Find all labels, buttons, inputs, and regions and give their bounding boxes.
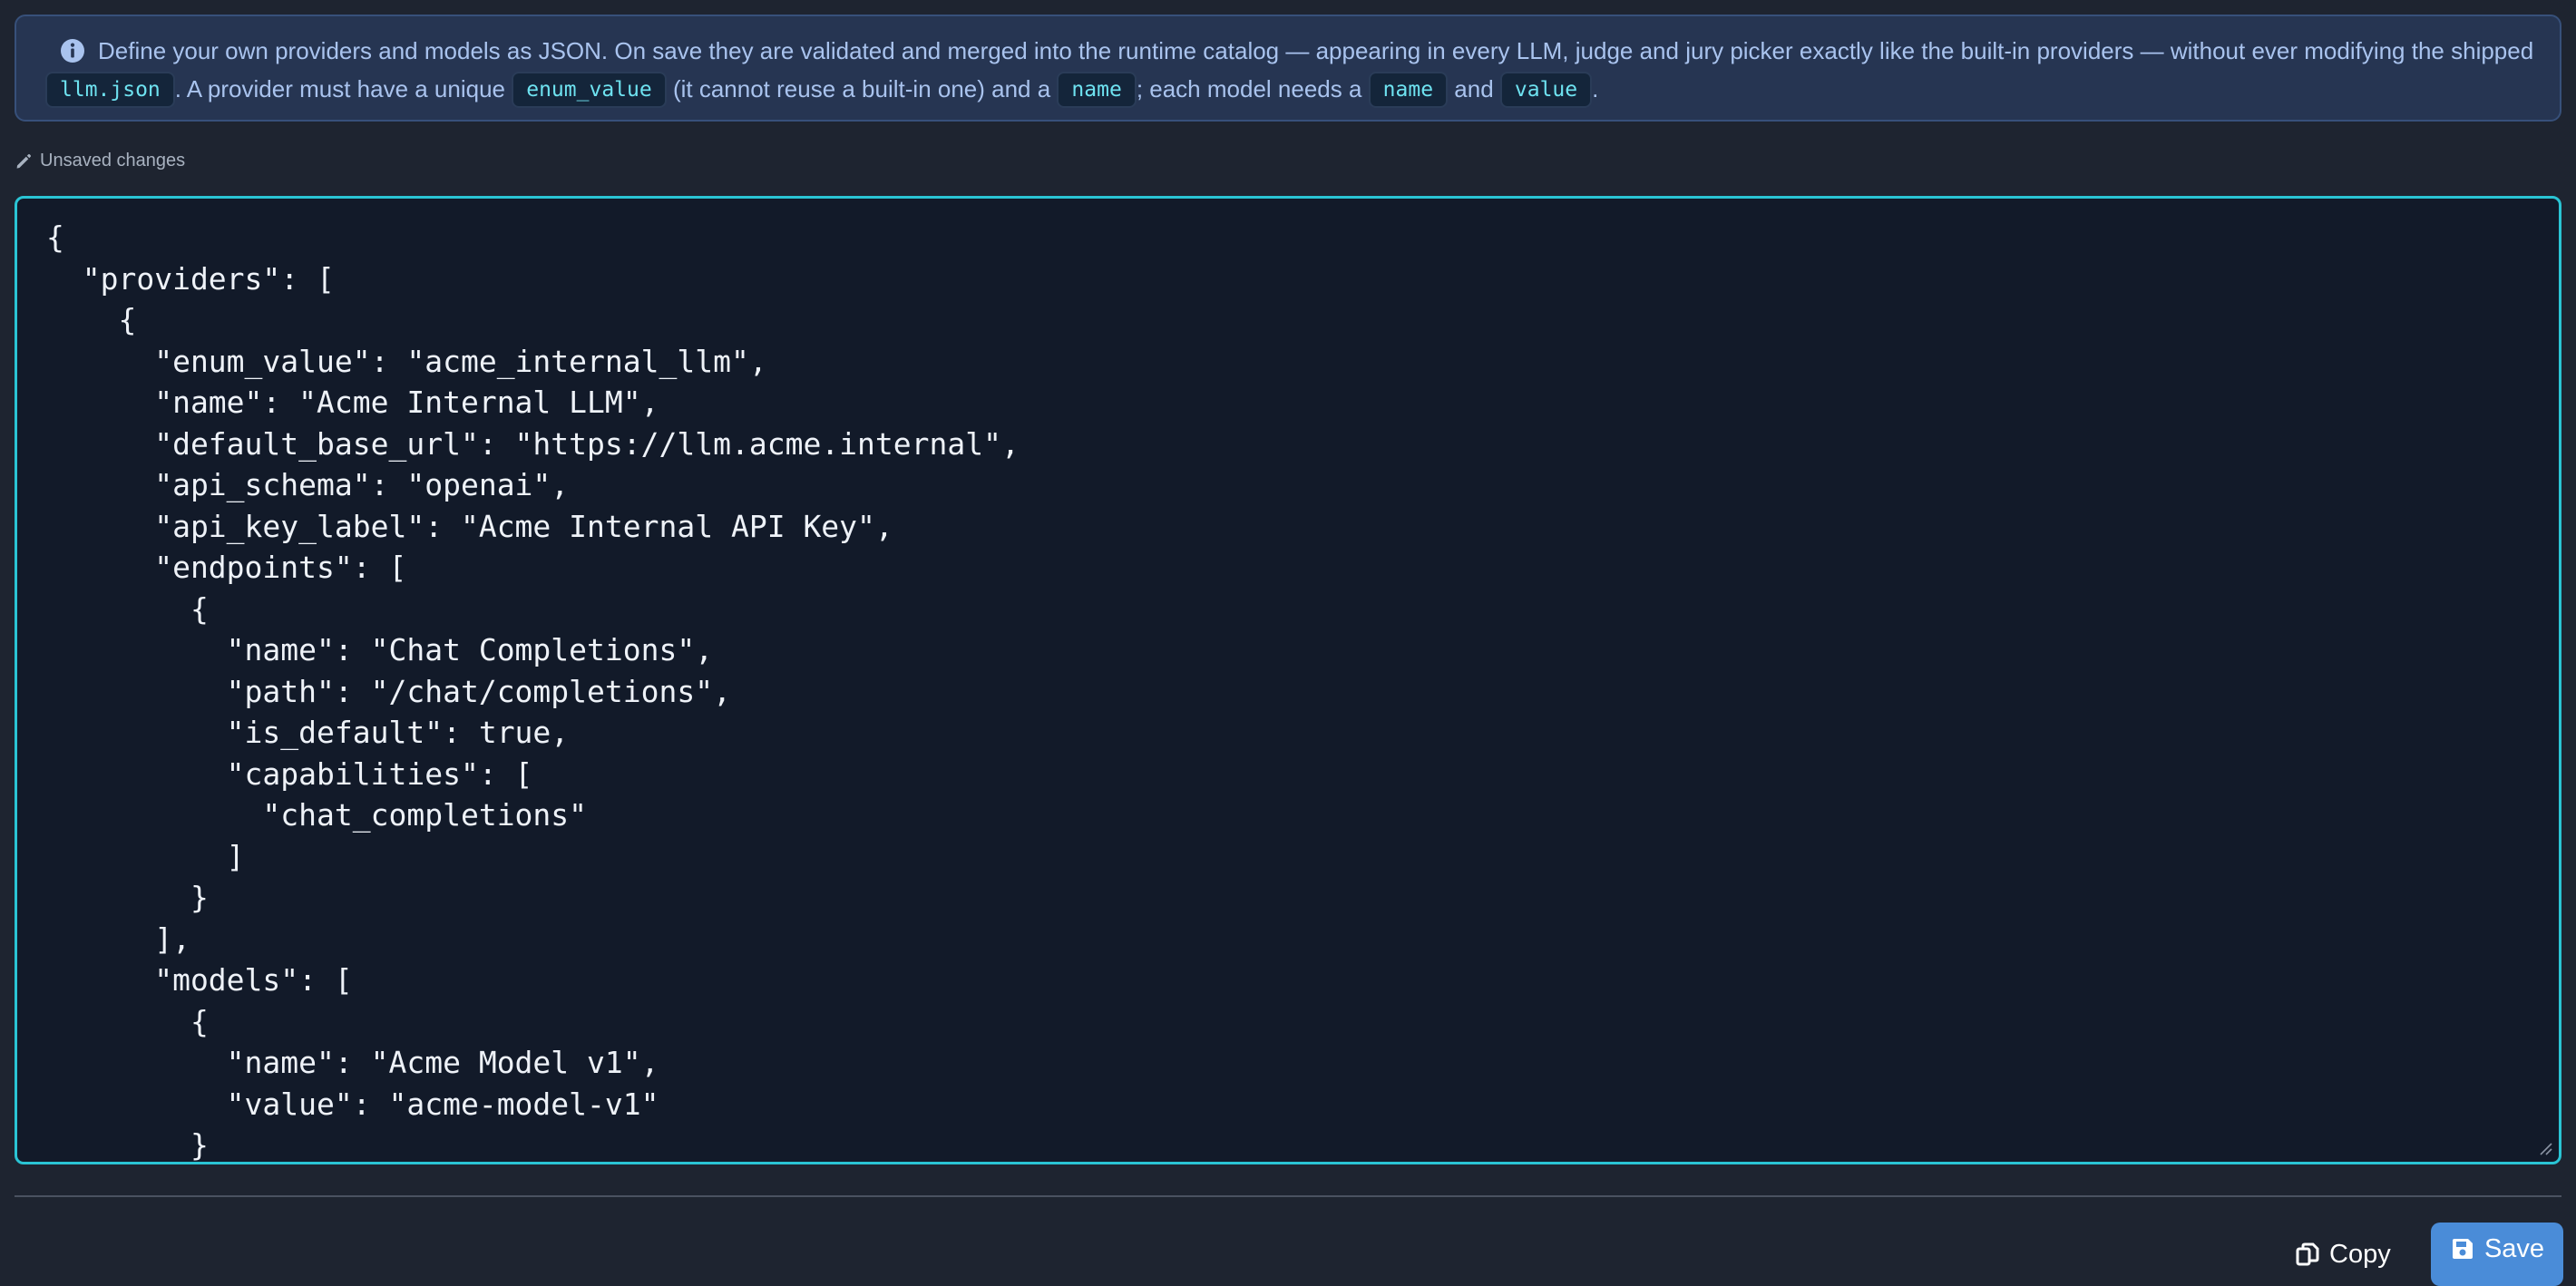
info-banner: Define your own providers and models as … bbox=[15, 15, 2561, 122]
resize-handle-icon[interactable] bbox=[2537, 1140, 2553, 1156]
save-button[interactable]: Save bbox=[2431, 1223, 2563, 1286]
info-text: (it cannot reuse a built-in one) and a bbox=[666, 75, 1058, 102]
save-label: Save bbox=[2483, 1233, 2545, 1263]
info-text: and bbox=[1448, 75, 1500, 102]
code-model-name: name bbox=[1368, 72, 1449, 109]
copy-button[interactable]: Copy bbox=[2295, 1232, 2422, 1277]
json-editor[interactable]: { "providers": [ { "enum_value": "acme_i… bbox=[17, 199, 2559, 1162]
divider bbox=[15, 1195, 2561, 1197]
code-name: name bbox=[1057, 72, 1137, 109]
unsaved-status: Unsaved changes bbox=[15, 151, 185, 171]
copy-icon bbox=[2296, 1242, 2319, 1266]
copy-label: Copy bbox=[2329, 1239, 2391, 1269]
info-text: ; each model needs a bbox=[1136, 75, 1369, 102]
pencil-icon bbox=[16, 153, 32, 169]
info-icon bbox=[61, 39, 84, 63]
code-llm-json: llm.json bbox=[45, 72, 175, 109]
code-value: value bbox=[1499, 72, 1593, 109]
info-text: Define your own providers and models as … bbox=[98, 37, 2534, 64]
info-text: . bbox=[1592, 75, 1599, 102]
json-editor-container: { "providers": [ { "enum_value": "acme_i… bbox=[15, 196, 2561, 1164]
code-enum-value: enum_value bbox=[512, 72, 667, 109]
save-icon bbox=[2452, 1239, 2473, 1259]
unsaved-label: Unsaved changes bbox=[40, 151, 186, 170]
info-text: . A provider must have a unique bbox=[174, 75, 512, 102]
